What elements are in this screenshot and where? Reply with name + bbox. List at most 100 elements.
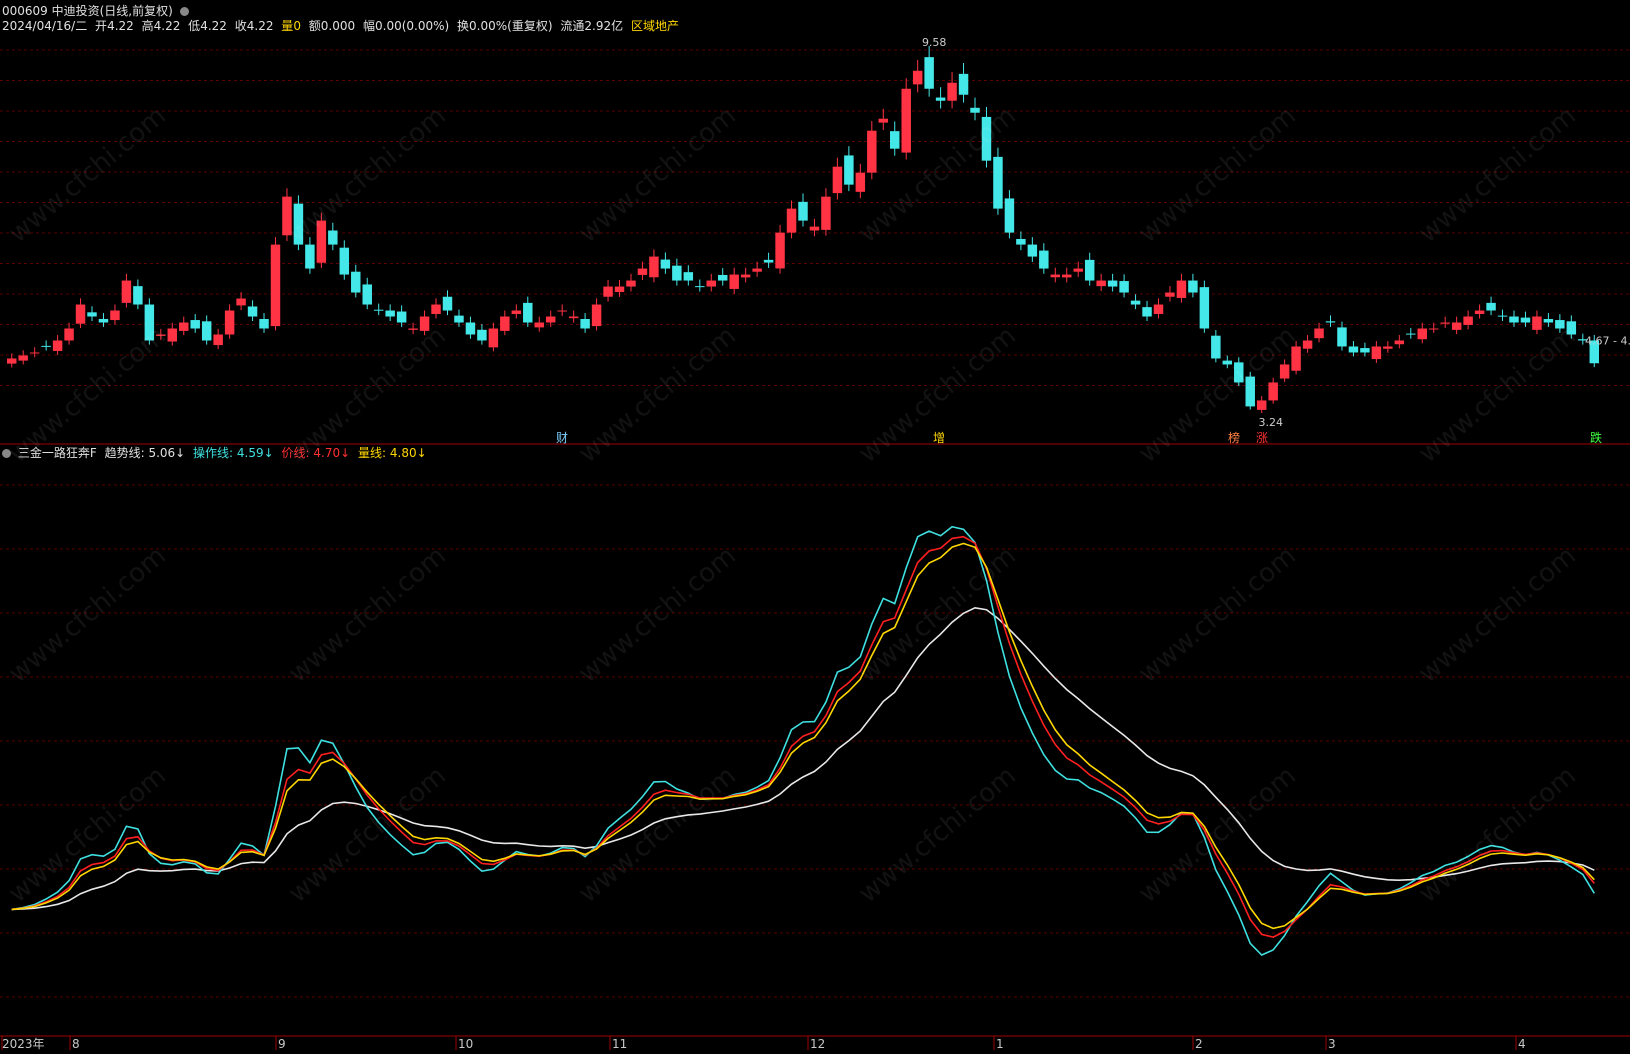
amount-value: 0.000 — [320, 19, 356, 33]
candle-body — [1520, 317, 1531, 323]
candle-body — [224, 310, 235, 335]
candle-body — [614, 286, 625, 293]
candle-body — [626, 280, 636, 287]
candle-body — [396, 311, 407, 323]
time-axis-label: 4 — [1518, 1037, 1526, 1051]
candle-body — [236, 298, 246, 306]
candle-body — [133, 286, 143, 305]
time-axis-label: 10 — [458, 1037, 473, 1051]
stock-chart[interactable]: 9.583.244.67 - 4.财增榜涨跌2023年 8 9 10 11 12 1 2 3 4 — [0, 0, 1630, 1054]
candle-body — [1348, 346, 1359, 353]
candle-body — [1096, 280, 1106, 287]
candle-body — [958, 73, 969, 95]
candle-body — [1027, 244, 1038, 257]
candle-body — [167, 328, 178, 342]
time-axis-label: 2023年 — [2, 1037, 45, 1051]
candle-body — [557, 310, 567, 312]
candle-body — [1463, 316, 1473, 325]
candle-body — [408, 328, 418, 330]
candle-body — [52, 340, 63, 351]
candle-body — [821, 196, 831, 230]
candle-body — [1234, 362, 1244, 383]
candle-body — [1566, 321, 1577, 335]
candle-body — [717, 274, 728, 281]
candle-body — [64, 328, 74, 341]
candle-body — [1039, 250, 1049, 269]
candle-body — [316, 220, 327, 263]
quote-date: 2024/04/16/二 — [2, 19, 88, 33]
candle-body — [683, 272, 694, 281]
candle-body — [1050, 274, 1061, 278]
candle-body — [488, 328, 499, 348]
candle-body — [947, 82, 957, 101]
candle-body — [545, 316, 556, 323]
indicator-settings-icon[interactable] — [2, 449, 11, 458]
price-value: 4.70↓ — [313, 446, 351, 460]
candle-body — [568, 316, 579, 319]
trend-line — [11, 606, 1595, 911]
candle-body — [855, 172, 866, 192]
candle-body — [1142, 307, 1152, 317]
close-value: 4.22 — [246, 19, 274, 33]
candle-body — [190, 320, 200, 329]
candle-body — [442, 296, 453, 311]
indicator-name[interactable]: 三金一路狂奔F — [18, 446, 97, 460]
turnover-value: 0.00%(重复权) — [469, 19, 553, 33]
candle-body — [1428, 328, 1439, 330]
change-value: 0.00(0.00%) — [375, 19, 450, 33]
candle-body — [798, 201, 808, 221]
candle-body — [1291, 346, 1301, 371]
candle-body — [752, 268, 762, 272]
candle-body — [1555, 320, 1565, 329]
candle-body — [660, 259, 671, 269]
candle-body — [18, 355, 28, 361]
stock-code-name: 000609 中迪投资(日线,前复权) — [2, 4, 173, 18]
candle-body — [912, 70, 923, 85]
candle-body — [1337, 327, 1347, 347]
candle-body — [201, 321, 212, 341]
candle-body — [1016, 238, 1026, 245]
candle-body — [259, 319, 269, 329]
candle-body — [328, 230, 338, 245]
candle-body — [339, 247, 350, 275]
candle-body — [534, 322, 544, 328]
candle-body — [41, 345, 51, 347]
candle-body — [270, 244, 281, 327]
candle-body — [993, 156, 1003, 209]
candle-body — [1509, 316, 1519, 323]
event-mark: 财 — [556, 431, 568, 445]
volume-value: 0 — [293, 19, 301, 33]
float-value: 2.92亿 — [584, 19, 624, 33]
candle-body — [672, 265, 682, 281]
candle-body — [1199, 287, 1210, 329]
op-value: 4.59↓ — [236, 446, 274, 460]
candle-body — [603, 286, 613, 297]
candle-body — [1073, 268, 1083, 272]
candle-body — [75, 304, 86, 324]
candle-body — [110, 310, 120, 321]
candle-body — [786, 208, 797, 233]
candle-body — [1314, 328, 1324, 339]
candle-body — [144, 304, 155, 341]
candle-body — [1119, 281, 1129, 293]
candle-body — [511, 310, 522, 315]
sector-link[interactable]: 区域地产 — [631, 19, 679, 33]
high-value: 4.22 — [153, 19, 181, 33]
candle-body — [1360, 348, 1370, 353]
candle-body — [763, 259, 774, 263]
trend-value: 5.06↓ — [148, 446, 186, 460]
candle-body — [1406, 333, 1416, 335]
candle-body — [7, 358, 17, 364]
settings-icon[interactable] — [179, 7, 189, 16]
candle-body — [591, 304, 602, 327]
candle-body — [1165, 292, 1175, 297]
candle-body — [500, 316, 510, 331]
candle-body — [213, 334, 223, 346]
candle-body — [87, 312, 97, 317]
candle-body — [121, 280, 132, 303]
candle-body — [29, 352, 40, 354]
candle-body — [1211, 335, 1221, 359]
candle-body — [890, 131, 900, 149]
candle-body — [970, 107, 980, 113]
candle-body — [477, 329, 487, 341]
